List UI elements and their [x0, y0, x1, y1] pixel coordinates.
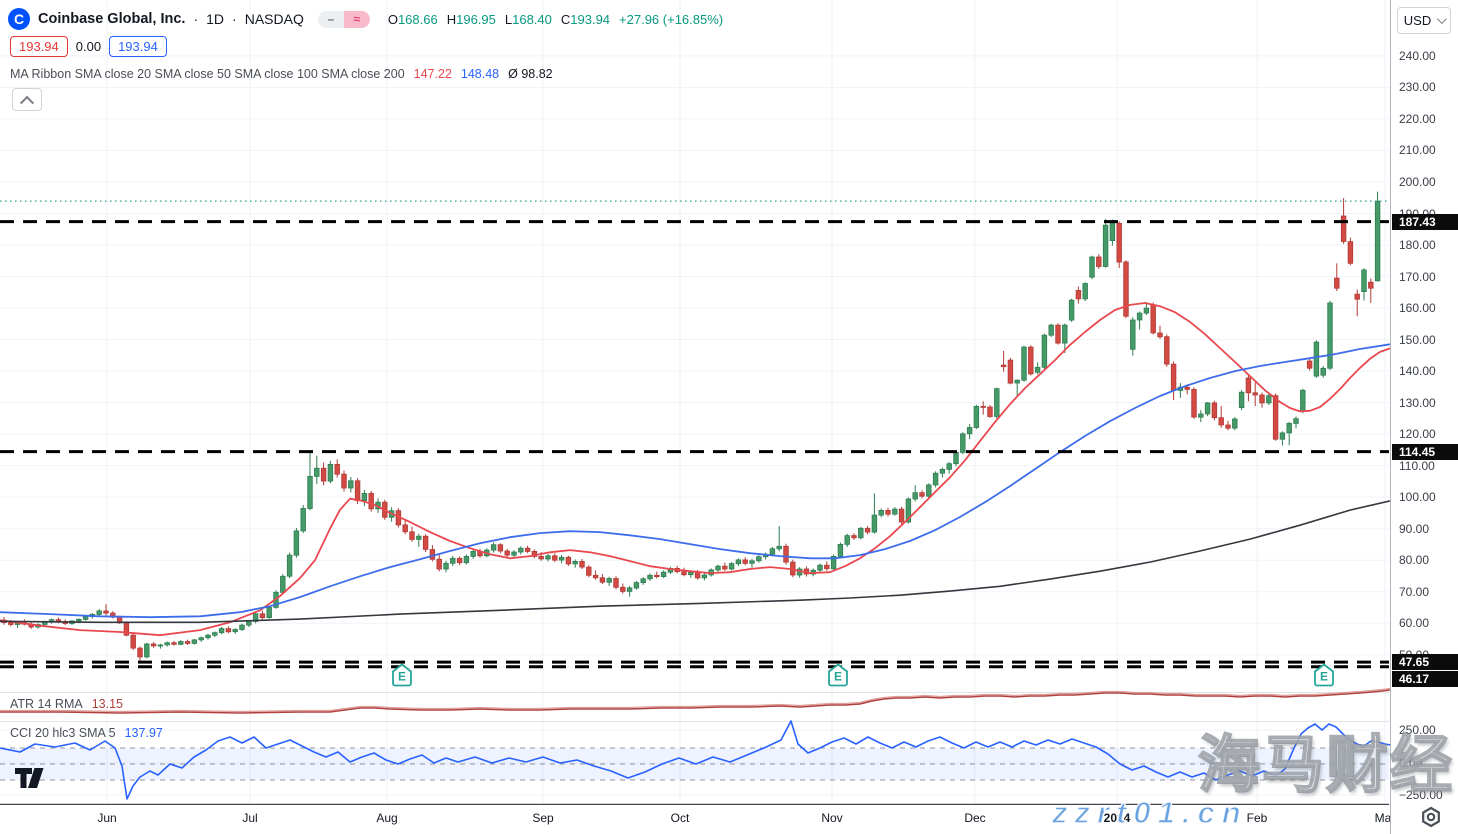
watermark-cjk: 海马财经	[1198, 714, 1454, 804]
price-level-chip: 187.43	[1392, 214, 1458, 230]
watermark-site: zzrt01.cn	[1052, 795, 1248, 831]
time-axis-label: Aug	[376, 811, 397, 825]
cci-legend[interactable]: CCI 20 hlc3 SMA 5 137.97	[10, 726, 163, 740]
price-axis-tick: 230.00	[1399, 80, 1436, 94]
price-axis-tick: 200.00	[1399, 175, 1436, 189]
price-axis-tick: 70.00	[1399, 585, 1429, 599]
earnings-icon[interactable]: E	[827, 663, 849, 692]
time-axis-label: Dec	[964, 811, 985, 825]
price-axis[interactable]: USD 240.00230.00220.00210.00200.00190.00…	[1390, 0, 1458, 834]
data-status-badges[interactable]: – ≈	[318, 11, 370, 28]
separator-dot: ·	[232, 11, 237, 27]
tradingview-chart-window: C Coinbase Global, Inc. · 1D · NASDAQ – …	[0, 0, 1458, 834]
cci-label: CCI 20 hlc3 SMA 5	[10, 726, 116, 740]
tradingview-logo[interactable]	[14, 766, 50, 795]
ma-ribbon-label: MA Ribbon SMA close 20 SMA close 50 SMA …	[10, 67, 405, 81]
separator-dot: ·	[193, 11, 198, 27]
atr-legend[interactable]: ATR 14 RMA 13.15	[10, 697, 123, 711]
price-level-chip: 114.45	[1392, 444, 1458, 460]
price-axis-tick: 130.00	[1399, 396, 1436, 410]
ma-average-value: Ø 98.82	[508, 67, 552, 81]
svg-text:E: E	[834, 670, 842, 684]
earnings-icon[interactable]: E	[1313, 663, 1335, 692]
ma-fast-value: 147.22	[414, 67, 452, 81]
open-value: 168.66	[398, 12, 438, 27]
price-axis-tick: 110.00	[1399, 459, 1435, 473]
coinbase-logo-icon: C	[8, 8, 30, 30]
price-axis-tick: 60.00	[1399, 616, 1429, 630]
time-axis-label: Sep	[532, 811, 553, 825]
axis-settings-gear-icon[interactable]	[1420, 806, 1442, 833]
price-axis-tick: 80.00	[1399, 553, 1429, 567]
price-axis-tick: 220.00	[1399, 112, 1436, 126]
collapse-legend-button[interactable]	[12, 88, 42, 111]
price-level-chip: 46.17	[1392, 671, 1458, 687]
bid-ask-row: 193.94 0.00 193.94	[10, 36, 167, 57]
chevron-down-icon	[1437, 14, 1447, 24]
chevron-up-icon	[20, 95, 34, 109]
time-axis-label: Feb	[1247, 811, 1268, 825]
time-axis-label: Mar	[1375, 811, 1390, 825]
time-axis-label: Jun	[97, 811, 116, 825]
ohlc-readout: O168.66 H196.95 L168.40 C193.94 +27.96 (…	[388, 12, 723, 27]
ma-mid-value: 148.48	[461, 67, 499, 81]
time-axis-label: Jul	[242, 811, 257, 825]
high-value: 196.95	[456, 12, 496, 27]
atr-value: 13.15	[92, 697, 123, 711]
svg-text:E: E	[398, 670, 406, 684]
close-value: 193.94	[570, 12, 610, 27]
price-axis-tick: 210.00	[1399, 143, 1436, 157]
price-axis-tick: 120.00	[1399, 427, 1436, 441]
market-closed-icon[interactable]: –	[318, 11, 344, 28]
price-axis-tick: 150.00	[1399, 333, 1436, 347]
symbol-legend-row: C Coinbase Global, Inc. · 1D · NASDAQ – …	[8, 8, 723, 30]
ma-ribbon-legend[interactable]: MA Ribbon SMA close 20 SMA close 50 SMA …	[10, 67, 553, 81]
currency-selector[interactable]: USD	[1397, 7, 1451, 34]
time-axis-label: Nov	[821, 811, 842, 825]
earnings-icon[interactable]: E	[391, 663, 413, 692]
change-value: +27.96 (+16.85%)	[619, 12, 723, 27]
price-axis-tick: 170.00	[1399, 270, 1436, 284]
low-value: 168.40	[512, 12, 552, 27]
exchange-label[interactable]: NASDAQ	[245, 11, 304, 27]
cci-value: 137.97	[125, 726, 163, 740]
time-axis-label: Oct	[671, 811, 690, 825]
buy-price-button[interactable]: 193.94	[109, 36, 167, 57]
price-axis-tick: 140.00	[1399, 364, 1436, 378]
price-axis-tick: 90.00	[1399, 522, 1429, 536]
delayed-data-icon[interactable]: ≈	[344, 11, 370, 28]
price-level-chip: 47.65	[1392, 654, 1458, 670]
price-chart-canvas[interactable]	[0, 0, 1390, 834]
sell-price-button[interactable]: 193.94	[10, 36, 68, 57]
price-axis-tick: 240.00	[1399, 49, 1436, 63]
price-axis-tick: 180.00	[1399, 238, 1436, 252]
price-axis-tick: 160.00	[1399, 301, 1436, 315]
symbol-title[interactable]: Coinbase Global, Inc.	[38, 11, 185, 27]
svg-text:E: E	[1320, 670, 1328, 684]
price-axis-tick: 100.00	[1399, 490, 1436, 504]
atr-label: ATR 14 RMA	[10, 697, 83, 711]
spread-value: 0.00	[76, 39, 101, 54]
interval-label[interactable]: 1D	[206, 11, 224, 27]
